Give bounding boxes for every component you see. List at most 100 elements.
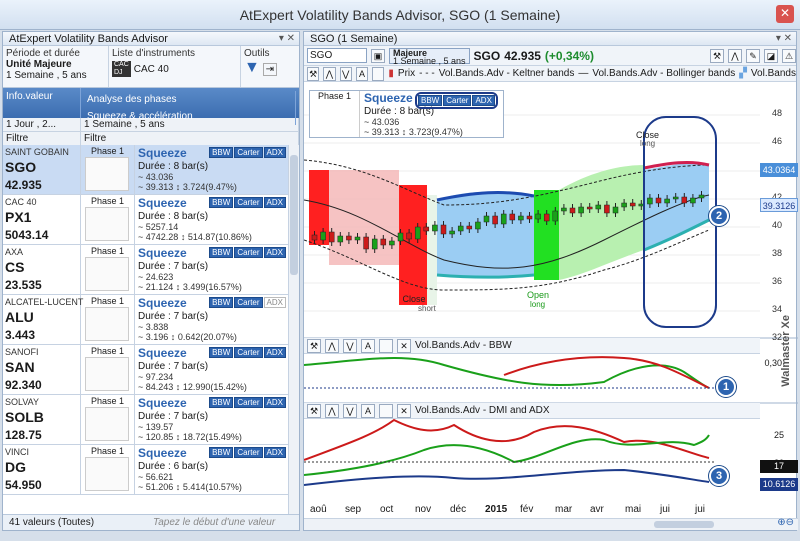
item-tag-adx[interactable]: ADX	[263, 447, 286, 458]
funnel-icon[interactable]: ▼	[244, 59, 260, 76]
col-phases[interactable]: Analyse des phases Squeeze & accélératio…	[81, 88, 299, 125]
item-phase-label: Phase 1	[90, 196, 125, 206]
line-icon[interactable]: ⋀	[323, 66, 336, 81]
list-item[interactable]: SAINT GOBAIN SGO 42.935 Phase 1 Squeeze …	[3, 145, 289, 195]
item-tag-carter[interactable]: Carter	[234, 397, 263, 408]
tools-icon[interactable]: ⚒	[307, 66, 320, 81]
list-item[interactable]: CAC 40 PX1 5043.14 Phase 1 Squeeze BBW C…	[3, 195, 289, 245]
draw-icon[interactable]: ⋁	[339, 66, 352, 81]
item-tag-bbw[interactable]: BBW	[209, 397, 234, 408]
item-info: ALCATEL-LUCENT ALU 3.443	[3, 295, 83, 344]
tag-carter[interactable]: Carter	[443, 95, 472, 106]
col-info[interactable]: Info.valeur	[3, 88, 81, 118]
alert-icon[interactable]: ⚠	[782, 48, 796, 63]
symbol-input[interactable]: SGO	[307, 48, 367, 63]
close-button[interactable]: ✕	[776, 5, 794, 23]
bbw-checkbox-icon[interactable]	[379, 338, 393, 353]
item-tag-adx[interactable]: ADX	[263, 147, 286, 158]
main-chart-svg[interactable]: Close short Open long Close long	[303, 90, 798, 500]
chart-legend: ⚒ ⋀ ⋁ A ▮ Prix - - - Vol.Bands.Adv - Kel…	[304, 66, 796, 82]
text-icon[interactable]: A	[355, 66, 369, 81]
item-tag-bbw[interactable]: BBW	[209, 197, 234, 208]
checkbox-icon[interactable]	[372, 66, 385, 81]
period-selector[interactable]: Période et durée Unité Majeure 1 Semaine…	[3, 46, 109, 87]
item-tag-adx[interactable]: ADX	[263, 347, 286, 358]
item-change: 0.642(20.07%)	[177, 332, 237, 342]
chart-scrollbar[interactable]: ⊕⊖	[304, 517, 798, 530]
list-item[interactable]: VINCI DG 54.950 Phase 1 Squeeze BBW Cart…	[3, 445, 289, 495]
item-tag-carter[interactable]: Carter	[234, 247, 263, 258]
bbw-y-label: 0,30	[764, 358, 782, 368]
bbw-text-icon[interactable]: A	[361, 338, 375, 353]
dmi-checkbox-icon[interactable]	[379, 403, 393, 418]
item-tag-carter[interactable]: Carter	[234, 297, 263, 308]
pen-icon[interactable]: ✎	[746, 48, 760, 63]
overlay-phase-label: Phase 1	[317, 91, 352, 101]
item-tag-carter[interactable]: Carter	[234, 447, 263, 458]
item-tag-adx[interactable]: ADX	[263, 247, 286, 258]
chart-scroll-thumb[interactable]	[654, 521, 714, 528]
price-chart-area[interactable]: Close short Open long Close long Phase 1	[303, 90, 798, 503]
tag-adx[interactable]: ADX	[472, 95, 495, 106]
unit-selector[interactable]: Majeure 1 Semaine , 5 ans	[389, 47, 470, 65]
chart-type-icon[interactable]: ⋀	[728, 48, 742, 63]
list-item[interactable]: AXA CS 23.535 Phase 1 Squeeze BBW Carter…	[3, 245, 289, 295]
item-info: AXA CS 23.535	[3, 245, 81, 294]
search-hint[interactable]: Tapez le début d'une valeur	[153, 515, 275, 531]
item-tag-adx[interactable]: ADX	[263, 297, 286, 308]
candle	[337, 235, 344, 243]
scrollbar-thumb[interactable]	[290, 155, 298, 275]
pin-icon-right[interactable]: ▾ ✕	[776, 32, 792, 46]
item-tag-carter[interactable]: Carter	[234, 347, 263, 358]
item-squeeze: Squeeze BBW Carter ADX Durée : 7 bar(s) …	[135, 395, 289, 444]
item-info: SAINT GOBAIN SGO 42.935	[3, 145, 81, 194]
item-tag-adx[interactable]: ADX	[263, 197, 286, 208]
item-price: 54.950	[5, 478, 42, 492]
dmi-text-icon[interactable]: A	[361, 403, 375, 418]
item-ticker: CS	[5, 259, 25, 275]
phase-thumbnail	[85, 307, 129, 341]
tag-bbw[interactable]: BBW	[418, 95, 443, 106]
item-tag-carter[interactable]: Carter	[234, 197, 263, 208]
bbw-tools-icon[interactable]: ⚒	[307, 338, 321, 353]
instrument-list-selector[interactable]: Liste d'instruments CAC DJ CAC 40	[109, 46, 241, 87]
dmi-line-icon[interactable]: ⋀	[325, 403, 339, 418]
dmi-close-icon[interactable]: ✕	[397, 403, 411, 418]
list-item[interactable]: SANOFI SAN 92.340 Phase 1 Squeeze BBW Ca…	[3, 345, 289, 395]
dmi-draw-icon[interactable]: ⋁	[343, 403, 357, 418]
list-scrollbar[interactable]	[288, 145, 299, 525]
subperiod-1[interactable]: 1 Jour , 2...	[3, 118, 81, 131]
candle	[389, 240, 395, 246]
ruler-icon[interactable]: ◪	[764, 48, 778, 63]
item-tag-carter[interactable]: Carter	[234, 147, 263, 158]
x-tick-label: fév	[520, 504, 534, 515]
candle	[449, 230, 455, 235]
hammer-icon[interactable]: ⚒	[710, 48, 724, 63]
dmi-tag-1: 17	[760, 460, 798, 473]
list-item[interactable]: ALCATEL-LUCENT ALU 3.443 Phase 1 Squeeze…	[3, 295, 289, 345]
item-tag-bbw[interactable]: BBW	[209, 147, 234, 158]
filter-2[interactable]: Filtre	[81, 132, 299, 145]
item-tag-bbw[interactable]: BBW	[209, 247, 234, 258]
dmi-tools-icon[interactable]: ⚒	[307, 403, 321, 418]
pin-icon[interactable]: ▾ ✕	[279, 32, 295, 46]
item-ticker: SOLB	[5, 409, 44, 425]
filter-1[interactable]: Filtre	[3, 132, 81, 145]
bbw-draw-icon[interactable]: ⋁	[343, 338, 357, 353]
bbw-line-icon[interactable]: ⋀	[325, 338, 339, 353]
zoom-icon[interactable]: ⊕⊖	[777, 517, 794, 528]
item-phase-label: Phase 1	[90, 246, 125, 256]
item-values: ~ 139.57	[138, 422, 174, 432]
item-tag-bbw[interactable]: BBW	[209, 447, 234, 458]
subperiod-2[interactable]: 1 Semaine , 5 ans	[81, 118, 299, 131]
item-tag-bbw[interactable]: BBW	[209, 347, 234, 358]
item-tag-bbw[interactable]: BBW	[209, 297, 234, 308]
item-squeeze-label: Squeeze	[138, 346, 187, 360]
item-tag-adx[interactable]: ADX	[263, 397, 286, 408]
export-icon[interactable]: ⇥	[262, 63, 278, 76]
toolbox-icon[interactable]: ▣	[371, 48, 385, 63]
item-values: ~ 56.621	[138, 472, 174, 482]
bbw-close-icon[interactable]: ✕	[397, 338, 411, 353]
item-change: 18.72(15.49%)	[182, 432, 242, 442]
list-item[interactable]: SOLVAY SOLB 128.75 Phase 1 Squeeze BBW C…	[3, 395, 289, 445]
